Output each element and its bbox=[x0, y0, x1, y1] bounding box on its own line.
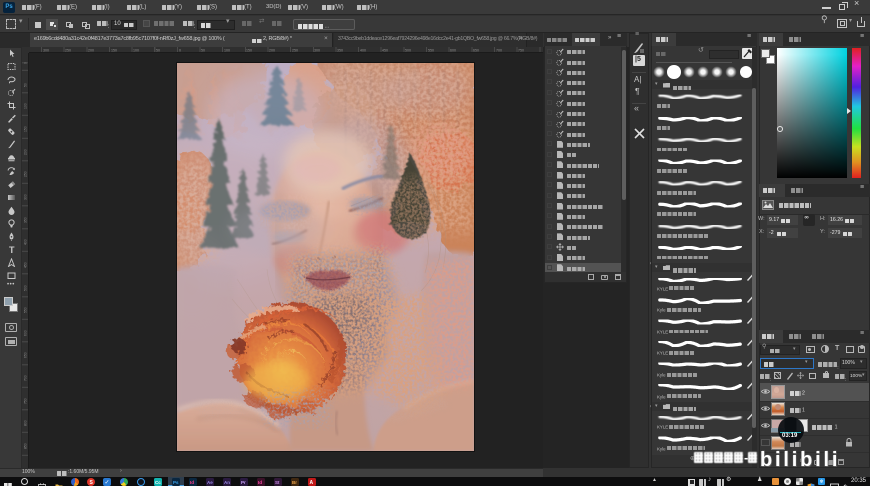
svg-text:T: T bbox=[9, 245, 15, 254]
